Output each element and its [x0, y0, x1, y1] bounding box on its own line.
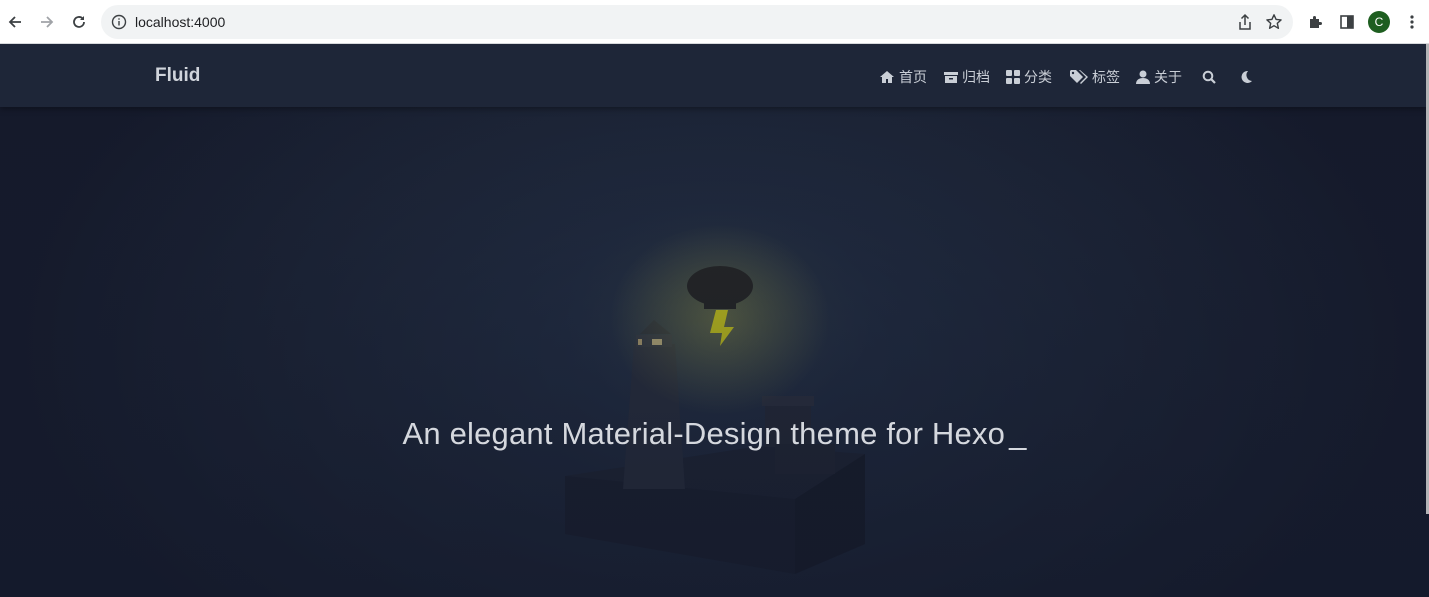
nav-item-label: 分类	[1024, 69, 1052, 85]
archive-icon	[944, 71, 958, 83]
nav-item-archive[interactable]: 归档	[944, 68, 990, 86]
address-bar[interactable]: localhost:4000	[101, 5, 1293, 39]
browser-toolbar: localhost:4000 C	[0, 0, 1429, 44]
forward-arrow-icon[interactable]	[35, 10, 59, 34]
home-icon	[880, 71, 894, 83]
site-brand[interactable]: Fluid	[155, 65, 200, 87]
share-icon[interactable]	[1237, 13, 1253, 31]
site-navbar: Fluid 首页 归档 分类 标签 关于	[0, 44, 1426, 107]
back-arrow-icon[interactable]	[3, 10, 27, 34]
banner-subtitle-text: An elegant Material-Design theme for Hex…	[402, 416, 1006, 451]
extensions-icon[interactable]	[1303, 10, 1327, 34]
star-icon[interactable]	[1265, 13, 1283, 31]
user-icon	[1136, 70, 1150, 84]
banner-subtitle: An elegant Material-Design theme for Hex…	[0, 416, 1429, 452]
nav-item-label: 首页	[899, 69, 927, 85]
moon-icon	[1241, 70, 1252, 83]
nav-item-label: 标签	[1092, 69, 1120, 85]
kebab-menu-icon[interactable]	[1400, 10, 1424, 34]
nav-item-label: 归档	[962, 69, 990, 85]
search-button[interactable]	[1202, 68, 1220, 86]
web-page: Fluid 首页 归档 分类 标签 关于 An elegant Material…	[0, 44, 1429, 597]
dark-mode-toggle[interactable]	[1239, 68, 1257, 86]
search-icon	[1202, 70, 1216, 84]
url-text[interactable]: localhost:4000	[135, 14, 225, 30]
grid-icon	[1006, 70, 1020, 84]
reload-icon[interactable]	[67, 10, 91, 34]
typing-cursor: _	[1009, 416, 1027, 451]
banner-scene-image	[0, 44, 1429, 597]
nav-item-categories[interactable]: 分类	[1006, 68, 1052, 86]
info-icon[interactable]	[111, 14, 127, 30]
nav-item-home[interactable]: 首页	[879, 68, 927, 86]
nav-item-tags[interactable]: 标签	[1070, 68, 1120, 86]
nav-item-label: 关于	[1154, 69, 1182, 85]
side-panel-icon[interactable]	[1335, 10, 1359, 34]
profile-avatar[interactable]: C	[1368, 11, 1390, 33]
tags-icon	[1070, 70, 1088, 84]
nav-item-about[interactable]: 关于	[1136, 68, 1182, 86]
